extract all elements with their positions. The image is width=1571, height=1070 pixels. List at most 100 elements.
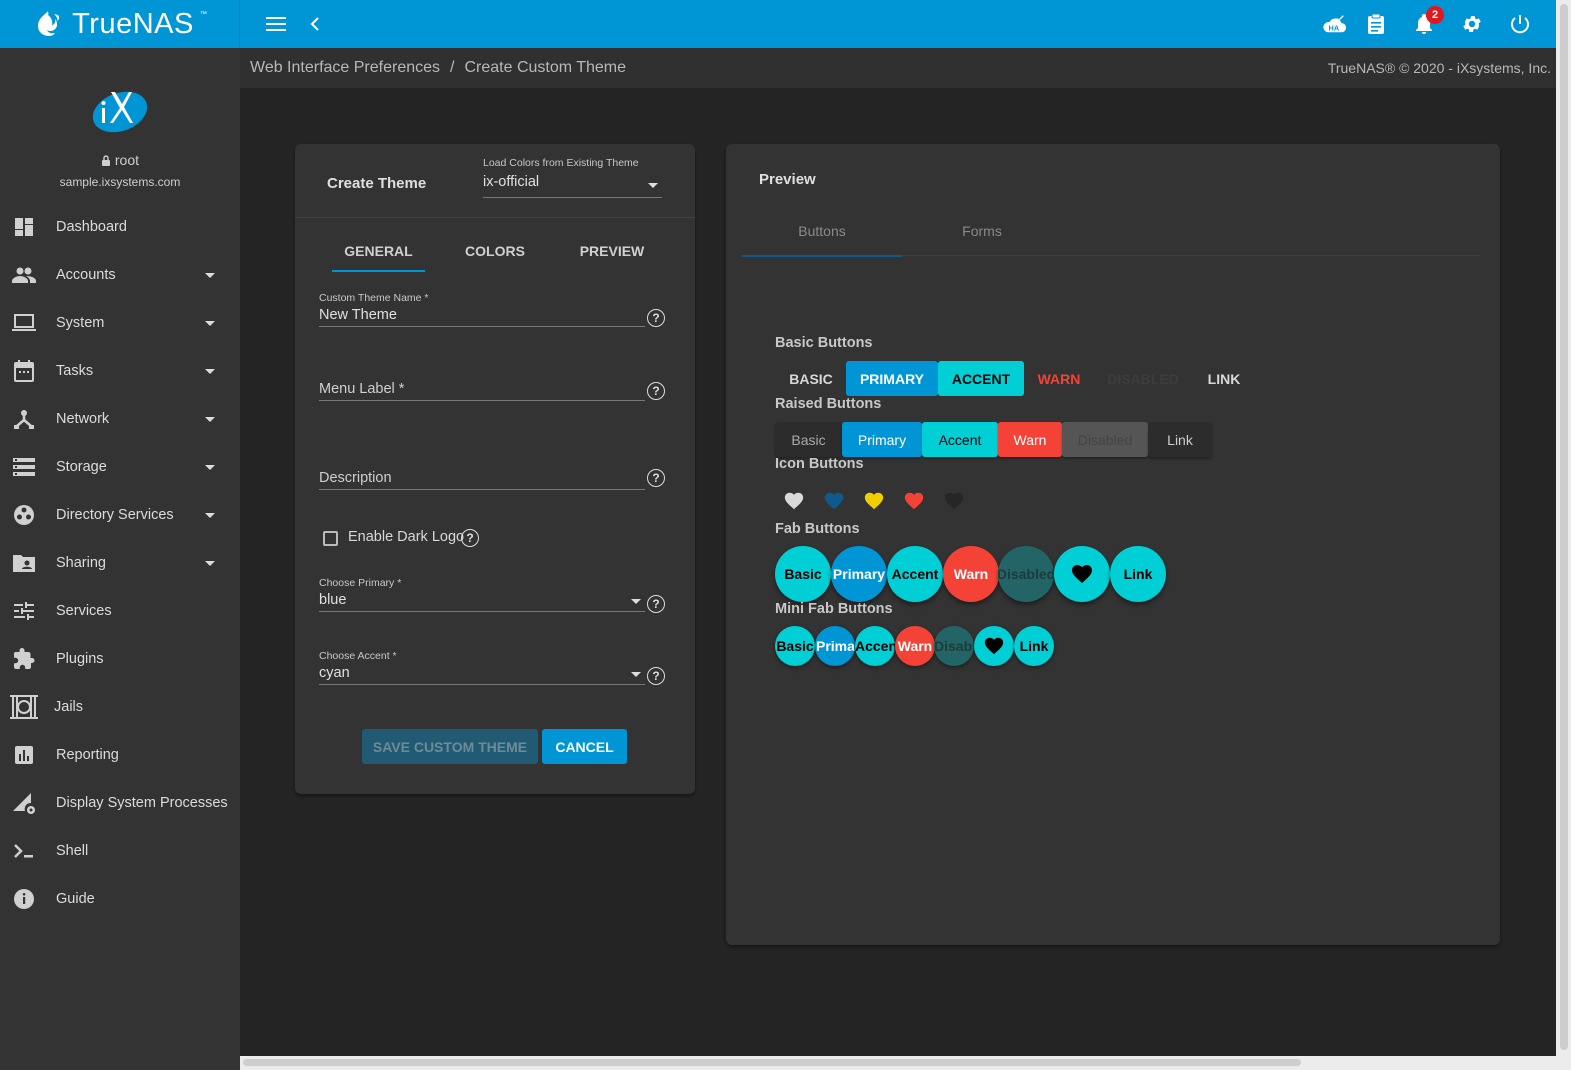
create-theme-card: Create Theme Load Colors from Existing T…	[295, 144, 695, 794]
sidebar-item-plugins[interactable]: Plugins	[0, 635, 240, 683]
menu-label-input[interactable]: Menu Label *	[319, 379, 645, 401]
brand-logo[interactable]: TrueNAS ™	[0, 0, 240, 48]
fab-primary-button[interactable]: Primary	[831, 546, 887, 602]
custom-theme-name-field[interactable]: Custom Theme Name * New Theme	[319, 292, 645, 327]
sidebar-item-services[interactable]: Services	[0, 587, 240, 635]
tab-buttons[interactable]: Buttons	[742, 214, 902, 257]
basic-button[interactable]: BASIC	[775, 361, 847, 396]
power-button[interactable]	[1508, 12, 1532, 36]
tab-colors[interactable]: COLORS	[448, 234, 542, 270]
sidebar-item-label: Jails	[54, 699, 84, 715]
mini-fab-accent-button[interactable]: Accent	[855, 626, 895, 666]
help-icon[interactable]: ?	[647, 667, 665, 685]
fab-link-button[interactable]: Link	[1110, 546, 1166, 602]
sidebar-item-dashboard[interactable]: Dashboard	[0, 203, 240, 251]
sidebar-item-label: Network	[56, 411, 110, 427]
sidebar-item-directory-services[interactable]: Directory Services	[0, 491, 240, 539]
cancel-button[interactable]: CANCEL	[542, 729, 627, 764]
choose-accent-field[interactable]: Choose Accent * cyan	[319, 650, 645, 685]
vertical-scroll-thumb[interactable]	[1560, 4, 1568, 1050]
help-icon[interactable]: ?	[647, 309, 665, 327]
dashboard-icon	[12, 215, 36, 239]
link-button[interactable]: LINK	[1196, 361, 1252, 396]
sidebar-item-label: Display System Processes	[56, 795, 228, 811]
caret-down-icon	[631, 672, 641, 677]
fab-warn-button[interactable]: Warn	[943, 546, 999, 602]
heart-icon	[1072, 565, 1092, 583]
heart-icon-warn[interactable]	[903, 490, 925, 512]
sidebar-item-system[interactable]: System	[0, 299, 240, 347]
help-icon[interactable]: ?	[461, 529, 479, 547]
clipboard-icon	[1368, 13, 1384, 34]
tab-general[interactable]: GENERAL	[332, 234, 425, 272]
task-manager-button[interactable]	[1364, 12, 1388, 36]
breadcrumb-parent[interactable]: Web Interface Preferences	[250, 59, 440, 76]
settings-button[interactable]	[1460, 12, 1484, 36]
ha-status-button[interactable]: HA	[1323, 12, 1347, 36]
description-input[interactable]: Description	[319, 468, 645, 490]
mini-fab-heart-button[interactable]	[974, 626, 1014, 666]
raised-accent-button[interactable]: Accent	[922, 422, 998, 457]
notifications-button[interactable]: 2	[1412, 6, 1444, 36]
menu-label-field[interactable]: Menu Label *	[319, 379, 645, 401]
warn-button[interactable]: WARN	[1024, 361, 1094, 396]
raised-warn-button[interactable]: Warn	[998, 422, 1062, 457]
menu-toggle-button[interactable]	[264, 12, 288, 36]
mini-fab-warn-button[interactable]: Warn	[895, 626, 935, 666]
network-icon	[12, 407, 36, 431]
fab-accent-button[interactable]: Accent	[887, 546, 943, 602]
heart-icon-primary[interactable]	[823, 490, 845, 512]
help-icon[interactable]: ?	[647, 595, 665, 613]
load-colors-select[interactable]: ix-official	[483, 174, 662, 198]
mini-fab-disabled-button: Disabled	[934, 626, 974, 666]
choose-primary-field[interactable]: Choose Primary * blue	[319, 577, 645, 612]
enable-dark-logo-checkbox[interactable]	[323, 531, 338, 546]
mini-fab-primary-button[interactable]: Primary	[815, 626, 855, 666]
sidebar-item-tasks[interactable]: Tasks	[0, 347, 240, 395]
sidebar-item-jails[interactable]: Jails	[0, 683, 240, 731]
sidebar-item-sharing[interactable]: Sharing	[0, 539, 240, 587]
horizontal-scroll-thumb[interactable]	[243, 1059, 1301, 1066]
description-field[interactable]: Description	[319, 468, 645, 490]
help-icon[interactable]: ?	[647, 469, 665, 487]
mini-fab-basic-button[interactable]: Basic	[775, 626, 815, 666]
vertical-scrollbar[interactable]	[1556, 0, 1571, 1070]
raised-primary-button[interactable]: Primary	[842, 422, 922, 457]
tab-forms[interactable]: Forms	[902, 214, 1062, 256]
fab-heart-button[interactable]	[1054, 546, 1110, 602]
sidebar-item-accounts[interactable]: Accounts	[0, 251, 240, 299]
primary-button[interactable]: PRIMARY	[846, 361, 938, 396]
heart-icon-accent[interactable]	[863, 490, 885, 512]
sidebar-item-display-system-processes[interactable]: Display System Processes	[0, 779, 240, 827]
sidebar-item-storage[interactable]: Storage	[0, 443, 240, 491]
sidebar-item-guide[interactable]: Guide	[0, 875, 240, 923]
trademark: ™	[199, 10, 207, 18]
heart-icon-basic[interactable]	[783, 490, 805, 512]
caret-down-icon	[205, 512, 215, 518]
custom-theme-name-input[interactable]: New Theme	[319, 305, 645, 327]
theme-tabs: GENERAL COLORS PREVIEW	[332, 234, 672, 272]
tune-icon	[12, 599, 36, 623]
save-custom-theme-button[interactable]: SAVE CUSTOM THEME	[362, 729, 538, 764]
choose-accent-select[interactable]: cyan	[319, 663, 645, 685]
tab-preview[interactable]: PREVIEW	[565, 234, 659, 270]
accent-button[interactable]: ACCENT	[938, 361, 1024, 396]
caret-down-icon	[205, 272, 215, 278]
gear-icon	[1463, 16, 1481, 32]
sidebar-item-reporting[interactable]: Reporting	[0, 731, 240, 779]
choose-primary-value: blue	[319, 592, 347, 608]
sidebar-item-shell[interactable]: Shell	[0, 827, 240, 875]
breadcrumb-bar: Web Interface Preferences / Create Custom …	[240, 48, 1556, 88]
sidebar-item-network[interactable]: Network	[0, 395, 240, 443]
choose-primary-select[interactable]: blue	[319, 590, 645, 612]
raised-basic-button[interactable]: Basic	[775, 422, 842, 457]
fab-basic-button[interactable]: Basic	[775, 546, 831, 602]
info-icon	[12, 887, 36, 911]
collapse-sidebar-button[interactable]	[303, 12, 327, 36]
raised-link-button[interactable]: Link	[1148, 422, 1212, 457]
help-icon[interactable]: ?	[647, 382, 665, 400]
sidebar-item-label: Plugins	[56, 651, 104, 667]
horizontal-scrollbar[interactable]	[240, 1056, 1556, 1070]
username-text: root	[114, 152, 139, 168]
mini-fab-link-button[interactable]: Link	[1014, 626, 1054, 666]
